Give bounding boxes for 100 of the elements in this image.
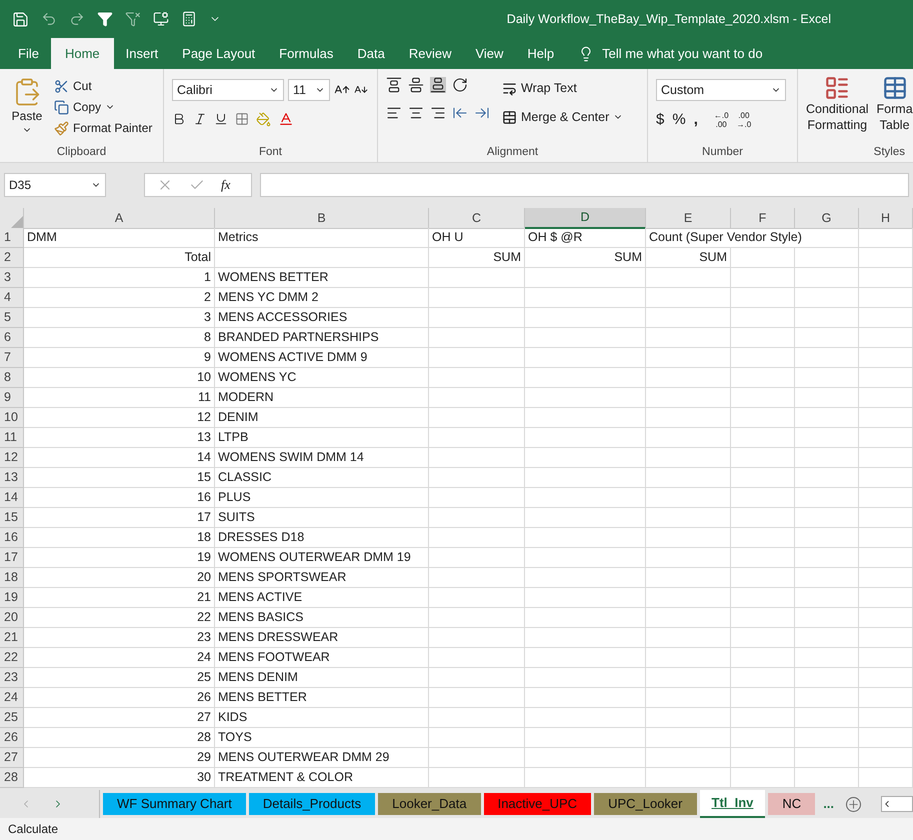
row-header[interactable]: 5 xyxy=(0,308,24,328)
menu-tab[interactable]: Data xyxy=(345,38,397,69)
table-cell xyxy=(795,268,859,288)
decrease-decimal-button[interactable]: .00 →.0 xyxy=(736,111,752,130)
column-header[interactable]: F xyxy=(731,208,795,229)
sheet-tab[interactable]: Looker_Data xyxy=(378,793,481,815)
row-header[interactable]: 28 xyxy=(0,768,24,788)
filter-icon[interactable] xyxy=(97,11,113,27)
row-header[interactable]: 15 xyxy=(0,508,24,528)
row-header[interactable]: 4 xyxy=(0,288,24,308)
row-header[interactable]: 20 xyxy=(0,608,24,628)
row-header[interactable]: 23 xyxy=(0,668,24,688)
sheet-tab[interactable]: Inactive_UPC xyxy=(484,793,592,815)
format-as-table-button[interactable]: Forma Table xyxy=(876,75,913,144)
redo-icon[interactable] xyxy=(69,11,85,27)
fill-color-icon[interactable] xyxy=(256,112,271,126)
save-icon[interactable] xyxy=(12,10,29,28)
font-color-icon[interactable] xyxy=(278,111,294,127)
middle-align-icon[interactable] xyxy=(408,77,424,93)
row-header[interactable]: 24 xyxy=(0,688,24,708)
column-header[interactable]: D xyxy=(525,208,646,229)
comma-button[interactable]: , xyxy=(694,109,698,132)
row-header[interactable]: 19 xyxy=(0,588,24,608)
sheet-tab[interactable]: UPC_Looker xyxy=(594,793,696,815)
align-center-icon[interactable] xyxy=(408,105,424,121)
copy-button[interactable]: Copy xyxy=(54,98,152,116)
increase-decimal-button[interactable]: ←.0 .00 xyxy=(714,111,729,130)
align-right-icon[interactable] xyxy=(430,105,446,121)
menu-tab[interactable]: Formulas xyxy=(267,38,346,69)
row-header[interactable]: 25 xyxy=(0,708,24,728)
bold-icon[interactable] xyxy=(172,112,186,126)
clear-filter-icon[interactable] xyxy=(125,11,141,27)
sheet-tab[interactable]: Ttl_Inv xyxy=(700,790,766,818)
menu-tab[interactable]: Review xyxy=(396,38,464,69)
row-header[interactable]: 9 xyxy=(0,388,24,408)
row-header[interactable]: 14 xyxy=(0,488,24,508)
row-header[interactable]: 16 xyxy=(0,528,24,548)
borders-icon[interactable] xyxy=(235,112,249,126)
column-header[interactable]: E xyxy=(646,208,731,229)
row-header[interactable]: 26 xyxy=(0,728,24,748)
menu-tab[interactable]: View xyxy=(463,38,516,69)
menu-tab[interactable]: Insert xyxy=(114,38,170,69)
row-header[interactable]: 2 xyxy=(0,248,24,268)
table-cell: 2 xyxy=(24,288,215,308)
paste-button[interactable]: Paste xyxy=(8,77,46,144)
menu-tab[interactable]: Help xyxy=(515,38,566,69)
column-header[interactable]: G xyxy=(795,208,859,229)
column-header[interactable]: B xyxy=(215,208,429,229)
more-sheets-button[interactable]: ... xyxy=(815,790,842,818)
row-header[interactable]: 10 xyxy=(0,408,24,428)
row-header[interactable]: 13 xyxy=(0,468,24,488)
row-header[interactable]: 21 xyxy=(0,628,24,648)
decrease-indent-icon[interactable] xyxy=(452,105,468,121)
tell-me-field[interactable]: Tell me what you want to do xyxy=(602,44,763,64)
underline-icon[interactable] xyxy=(214,112,228,126)
row-header[interactable]: 1 xyxy=(0,228,24,248)
number-format-dropdown[interactable]: Custom xyxy=(656,79,786,101)
percent-button[interactable]: % xyxy=(672,109,686,132)
menu-tab[interactable]: Home xyxy=(50,38,114,69)
font-size-dropdown[interactable]: 11 xyxy=(288,79,330,101)
sheet-tab[interactable]: WF Summary Chart xyxy=(103,793,246,815)
table-cell xyxy=(859,648,913,668)
conditional-formatting-button[interactable]: Conditional Formatting xyxy=(806,75,869,144)
merge-center-button[interactable]: Merge & Center xyxy=(502,108,624,126)
row-header[interactable]: 22 xyxy=(0,648,24,668)
orientation-icon[interactable] xyxy=(452,77,468,93)
cut-button[interactable]: Cut xyxy=(54,77,152,95)
menu-tab[interactable]: File xyxy=(6,38,51,69)
top-align-icon[interactable] xyxy=(386,77,402,93)
row-header[interactable]: 11 xyxy=(0,428,24,448)
row-header[interactable]: 17 xyxy=(0,548,24,568)
column-header[interactable]: H xyxy=(859,208,913,229)
table-cell: DRESSES D18 xyxy=(215,528,429,548)
insert-function-button[interactable]: fx xyxy=(221,175,230,195)
sheet-tab[interactable]: Details_Products xyxy=(248,793,376,815)
wrap-text-button[interactable]: Wrap Text xyxy=(502,79,624,98)
italic-icon[interactable] xyxy=(193,112,207,126)
row-header[interactable]: 27 xyxy=(0,748,24,768)
row-header[interactable]: 18 xyxy=(0,568,24,588)
add-sheet-icon[interactable] xyxy=(846,796,862,812)
sheet-tab[interactable]: NC xyxy=(768,793,816,815)
name-box[interactable]: D35 xyxy=(4,173,106,197)
formula-field[interactable] xyxy=(260,173,909,197)
row-header[interactable]: 6 xyxy=(0,328,24,348)
column-header[interactable]: A xyxy=(24,208,215,229)
table-cell xyxy=(731,348,795,368)
format-painter-button[interactable]: Format Painter xyxy=(54,119,152,137)
row-header[interactable]: 7 xyxy=(0,348,24,368)
horizontal-scrollbar[interactable] xyxy=(881,796,913,812)
row-header[interactable]: 3 xyxy=(0,268,24,288)
calculator-icon[interactable] xyxy=(181,11,197,27)
font-name-dropdown[interactable]: Calibri xyxy=(172,79,284,101)
row-header[interactable]: 8 xyxy=(0,368,24,388)
increase-indent-icon[interactable] xyxy=(474,105,490,121)
bottom-align-icon[interactable] xyxy=(430,77,446,93)
currency-button[interactable]: $ xyxy=(656,109,664,132)
menu-tab[interactable]: Page Layout xyxy=(170,38,268,69)
align-left-icon[interactable] xyxy=(386,105,402,121)
undo-icon[interactable] xyxy=(41,11,57,27)
row-header[interactable]: 12 xyxy=(0,448,24,468)
